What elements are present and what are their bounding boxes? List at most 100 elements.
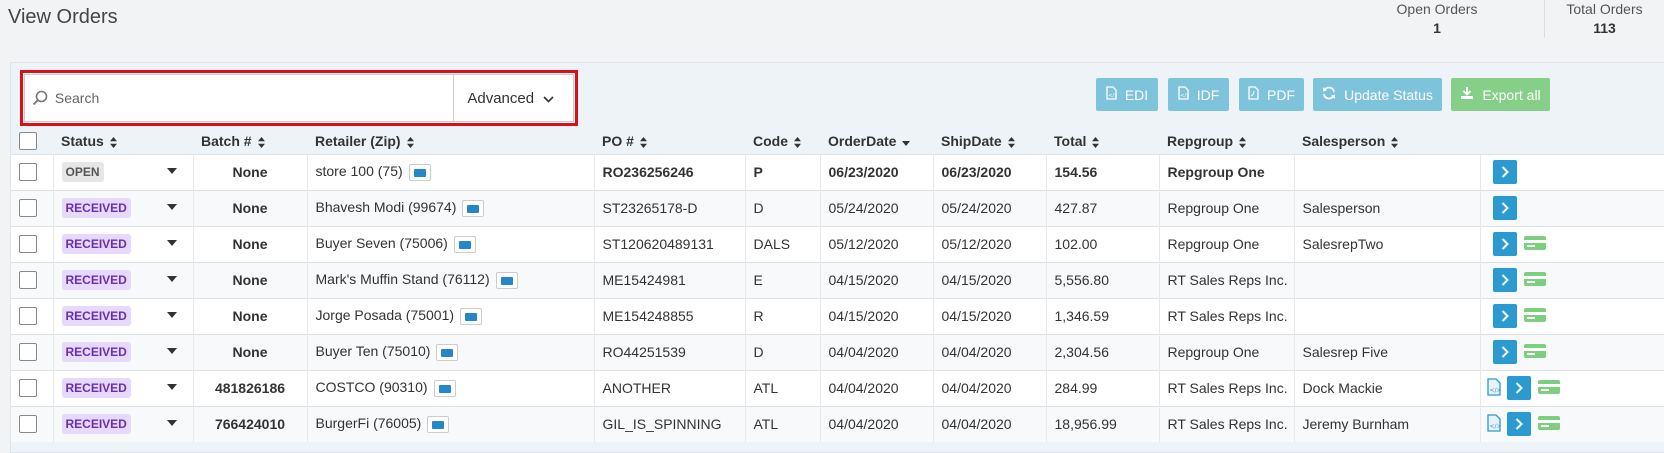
contact-card-icon[interactable]: [462, 199, 485, 217]
row-checkbox[interactable]: [19, 235, 37, 254]
status-badge: RECEIVED: [61, 306, 131, 326]
column-header-retailer[interactable]: Retailer (Zip): [307, 128, 594, 154]
retailer-name[interactable]: COSTCO (90310): [316, 379, 428, 395]
contact-card-icon[interactable]: [427, 416, 450, 434]
order-date-cell: 05/12/2020: [819, 225, 933, 262]
contact-card-icon[interactable]: [460, 307, 483, 325]
repgroup-cell: Repgroup One: [1158, 189, 1294, 226]
code-cell: R: [744, 297, 820, 334]
column-header-repgroup[interactable]: Repgroup: [1159, 128, 1294, 154]
table-row[interactable]: RECEIVED None Jorge Posada (75001) ME154…: [11, 297, 1664, 334]
file-code-icon: </>: [1106, 86, 1118, 103]
column-header-shipdate[interactable]: ShipDate: [933, 128, 1046, 154]
retailer-cell: Bhavesh Modi (99674): [306, 189, 594, 226]
search-bar: Advanced: [24, 74, 574, 122]
caret-down-icon[interactable]: [166, 348, 177, 354]
column-header-code[interactable]: Code: [745, 128, 820, 154]
table-row[interactable]: OPEN None store 100 (75) RO236256246 P 0…: [11, 153, 1664, 190]
po-cell: ST23265178-D: [593, 189, 745, 226]
retailer-name[interactable]: store 100 (75): [316, 163, 403, 179]
contact-card-icon[interactable]: [408, 163, 431, 181]
payment-card-icon[interactable]: [1523, 234, 1547, 255]
view-order-button[interactable]: [1492, 340, 1517, 364]
caret-down-icon[interactable]: [166, 204, 177, 210]
contact-card-icon[interactable]: [453, 235, 476, 253]
column-header-batch[interactable]: Batch #: [193, 128, 307, 154]
file-pdf-icon: [1248, 86, 1259, 103]
view-order-button[interactable]: [1492, 232, 1517, 256]
column-header-orderdate[interactable]: OrderDate: [820, 128, 933, 154]
chevron-right-icon: [1501, 166, 1509, 178]
status-badge: RECEIVED: [61, 342, 131, 362]
row-checkbox[interactable]: [19, 415, 37, 434]
retailer-cell: BurgerFi (76005): [306, 405, 594, 442]
contact-card-icon[interactable]: [433, 379, 456, 397]
advanced-search-button[interactable]: Advanced: [453, 75, 573, 121]
row-checkbox[interactable]: [19, 379, 37, 398]
caret-down-icon[interactable]: [166, 420, 177, 427]
column-header-po[interactable]: PO #: [594, 128, 745, 154]
retailer-name[interactable]: Buyer Ten (75010): [316, 343, 431, 359]
payment-card-icon[interactable]: [1523, 342, 1547, 363]
caret-down-icon[interactable]: [166, 276, 177, 282]
retailer-name[interactable]: Buyer Seven (75006): [316, 235, 448, 251]
table-row[interactable]: RECEIVED 766424010 BurgerFi (76005) GIL_…: [11, 405, 1664, 442]
total-cell: 1,346.59: [1045, 297, 1159, 334]
column-header-salesperson[interactable]: Salesperson: [1294, 128, 1480, 154]
status-badge: RECEIVED: [61, 198, 131, 218]
table-row[interactable]: RECEIVED None Mark's Muffin Stand (76112…: [11, 261, 1664, 298]
refresh-icon: [1322, 86, 1336, 103]
table-row[interactable]: RECEIVED None Buyer Seven (75006) ST1206…: [11, 225, 1664, 262]
retailer-name[interactable]: Mark's Muffin Stand (76112): [316, 271, 490, 287]
page-title: View Orders: [8, 6, 118, 28]
download-icon: [1460, 86, 1474, 103]
code-cell: ATL: [744, 369, 820, 406]
file-code-icon[interactable]: </>: [1486, 414, 1501, 435]
pdf-button[interactable]: PDF: [1239, 78, 1304, 111]
row-checkbox[interactable]: [19, 307, 37, 326]
actions-cell: </>: [1479, 405, 1664, 442]
retailer-name[interactable]: BurgerFi (76005): [316, 415, 422, 431]
payment-card-icon[interactable]: [1523, 306, 1547, 327]
row-checkbox[interactable]: [19, 343, 37, 362]
table-row[interactable]: RECEIVED None Bhavesh Modi (99674) ST232…: [11, 189, 1664, 226]
update-status-button[interactable]: Update Status: [1313, 78, 1442, 111]
orders-panel: Advanced </> EDI </> IDF PDF Update Stat…: [10, 62, 1664, 453]
select-all-checkbox[interactable]: [19, 131, 37, 150]
caret-down-icon[interactable]: [166, 384, 177, 390]
payment-card-icon[interactable]: [1537, 378, 1561, 399]
caret-down-icon[interactable]: [166, 240, 177, 246]
view-order-button[interactable]: [1492, 304, 1517, 328]
table-row[interactable]: RECEIVED None Buyer Ten (75010) RO442515…: [11, 333, 1664, 370]
table-row[interactable]: RECEIVED 481826186 COSTCO (90310) ANOTHE…: [11, 369, 1664, 406]
caret-down-icon[interactable]: [166, 168, 177, 174]
view-order-button[interactable]: [1506, 376, 1531, 400]
payment-card-icon[interactable]: [1537, 414, 1561, 435]
salesperson-cell: [1293, 297, 1480, 334]
view-order-button[interactable]: [1492, 196, 1517, 220]
view-order-button[interactable]: [1492, 268, 1517, 292]
retailer-name[interactable]: Bhavesh Modi (99674): [316, 199, 457, 215]
salesperson-cell: [1293, 261, 1480, 298]
row-checkbox[interactable]: [19, 271, 37, 290]
export-all-button[interactable]: Export all: [1451, 78, 1550, 111]
idf-button[interactable]: </> IDF: [1168, 78, 1229, 111]
caret-down-icon[interactable]: [166, 312, 177, 318]
view-order-button[interactable]: [1492, 160, 1517, 184]
view-order-button[interactable]: [1506, 412, 1531, 437]
row-checkbox[interactable]: [19, 163, 37, 182]
repgroup-cell: RT Sales Reps Inc.: [1158, 405, 1294, 442]
sort-icon: [257, 136, 265, 148]
column-header-status[interactable]: Status: [53, 128, 193, 154]
retailer-name[interactable]: Jorge Posada (75001): [316, 307, 455, 323]
search-input[interactable]: [54, 75, 454, 121]
column-header-total[interactable]: Total: [1046, 128, 1159, 154]
contact-card-icon[interactable]: [436, 343, 459, 361]
edi-button[interactable]: </> EDI: [1096, 78, 1158, 111]
code-cell: DALS: [744, 225, 820, 262]
file-code-icon[interactable]: </>: [1486, 377, 1501, 399]
row-checkbox[interactable]: [19, 199, 37, 218]
contact-card-icon[interactable]: [495, 271, 518, 289]
payment-card-icon[interactable]: [1523, 270, 1547, 291]
retailer-cell: Buyer Seven (75006): [306, 225, 594, 262]
